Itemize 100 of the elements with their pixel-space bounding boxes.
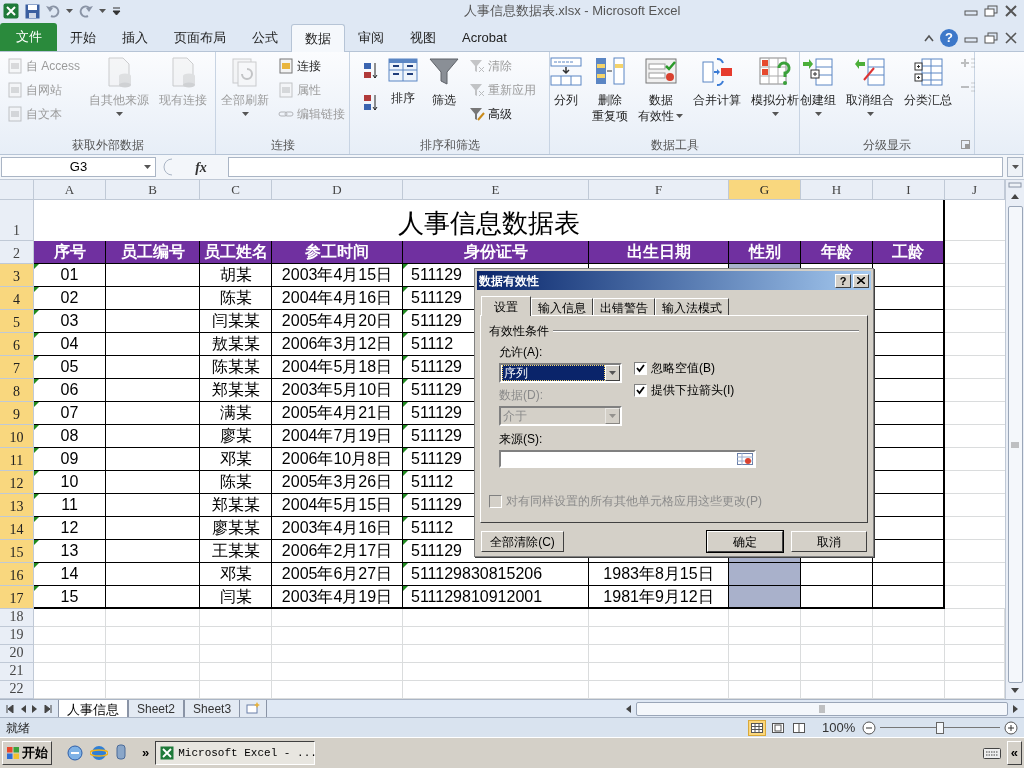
ribbon-tab[interactable]: 数据 bbox=[291, 24, 345, 52]
column-header[interactable]: A bbox=[34, 180, 106, 200]
column-heading: 身份证号 bbox=[403, 241, 589, 264]
row-header[interactable]: 12 bbox=[0, 471, 34, 494]
row-header[interactable]: 18 bbox=[0, 609, 34, 627]
row-header[interactable]: 9 bbox=[0, 402, 34, 425]
sheet-tab[interactable]: Sheet3 bbox=[184, 699, 241, 718]
cell-text: 511129830815206 bbox=[411, 564, 543, 584]
collapse-tray-button[interactable]: « bbox=[1006, 741, 1022, 765]
column-heading: 性别 bbox=[729, 241, 801, 264]
help-button[interactable]: ? bbox=[835, 273, 851, 288]
sheet-tab[interactable]: 人事信息 bbox=[58, 699, 128, 718]
ribbon-small-button[interactable]: 高级 bbox=[467, 104, 538, 124]
dialog-button[interactable]: 全部清除(C) bbox=[481, 531, 564, 552]
column-heading: 参工时间 bbox=[272, 241, 403, 264]
column-heading: 员工姓名 bbox=[200, 241, 272, 264]
ribbon-tab[interactable]: 公式 bbox=[239, 25, 291, 51]
row-header[interactable]: 15 bbox=[0, 540, 34, 563]
name-box[interactable]: G3 bbox=[1, 157, 156, 177]
field-label: 允许(A): bbox=[499, 344, 544, 361]
ribbon-large-button[interactable]: 数据 有效性 bbox=[635, 52, 686, 124]
row-header[interactable]: 13 bbox=[0, 494, 34, 517]
group-label: 排序和筛选 bbox=[419, 136, 480, 154]
ribbon-large-button[interactable]: 模拟分析 bbox=[748, 52, 802, 116]
ribbon-tab[interactable]: Acrobat bbox=[449, 25, 520, 51]
more-button[interactable]: » bbox=[142, 743, 150, 763]
ribbon-small-button[interactable]: 连接 bbox=[276, 56, 347, 76]
cell-text: 2003年4月16日 bbox=[281, 518, 393, 538]
column-header[interactable]: C bbox=[200, 180, 272, 200]
ribbon-tab[interactable]: 文件 bbox=[0, 23, 57, 51]
column-header[interactable]: J bbox=[945, 180, 1005, 200]
ribbon-tab[interactable]: 审阅 bbox=[345, 25, 397, 51]
cell-text: 511129 bbox=[411, 495, 462, 515]
ribbon-large-button[interactable]: 分类汇总 bbox=[901, 52, 955, 108]
row-header[interactable]: 16 bbox=[0, 563, 34, 586]
dialog-button[interactable]: 取消 bbox=[791, 531, 867, 552]
row-header[interactable]: 10 bbox=[0, 425, 34, 448]
column-header[interactable]: B bbox=[106, 180, 200, 200]
dialog-tab[interactable]: 输入信息 bbox=[531, 298, 593, 315]
taskbar-button[interactable]: Microsoft Excel - ... bbox=[155, 741, 316, 765]
ribbon-large-button[interactable]: 合并计算 bbox=[690, 52, 744, 108]
zoom-level[interactable]: 100% bbox=[822, 717, 862, 738]
dialog-tab[interactable]: 设置 bbox=[481, 296, 531, 316]
column-header[interactable]: H bbox=[801, 180, 873, 200]
cell-text: 闫某 bbox=[219, 586, 252, 607]
start-button[interactable]: 开始 bbox=[2, 741, 52, 765]
ribbon-tab[interactable]: 页面布局 bbox=[161, 25, 239, 51]
cell-text: 511129 bbox=[411, 380, 462, 400]
ribbon-tab[interactable]: 插入 bbox=[109, 25, 161, 51]
column-header[interactable]: G bbox=[729, 180, 801, 200]
cell-text: 02 bbox=[60, 288, 79, 308]
group-label: 获取外部数据 bbox=[71, 136, 144, 154]
row-header[interactable]: 8 bbox=[0, 379, 34, 402]
row-header[interactable]: 6 bbox=[0, 333, 34, 356]
column-header[interactable]: I bbox=[873, 180, 945, 200]
column-heading: 员工编号 bbox=[106, 241, 200, 264]
row-header[interactable]: 21 bbox=[0, 663, 34, 681]
row-header[interactable]: 11 bbox=[0, 448, 34, 471]
insert-function-button[interactable]: fx bbox=[178, 156, 224, 178]
row-header[interactable]: 20 bbox=[0, 645, 34, 663]
column-heading: 年龄 bbox=[801, 241, 873, 264]
cell-text: 511129 bbox=[411, 311, 462, 331]
dialog-tab[interactable]: 出错警告 bbox=[593, 298, 655, 315]
row-header[interactable]: 14 bbox=[0, 517, 34, 540]
selected-value: 序列 bbox=[502, 365, 605, 381]
cell-text: 廖某 bbox=[219, 426, 252, 446]
row-header[interactable]: 17 bbox=[0, 586, 34, 609]
ribbon-large-button[interactable]: 取消组合 bbox=[843, 52, 897, 116]
row-header[interactable]: 1 bbox=[0, 200, 34, 241]
column-header[interactable]: E bbox=[403, 180, 589, 200]
group-label: 数据工具 bbox=[650, 136, 699, 154]
row-header[interactable]: 19 bbox=[0, 627, 34, 645]
cell-text: 51112 bbox=[411, 472, 454, 492]
allow-select[interactable]: 序列 bbox=[499, 363, 622, 383]
row-header[interactable]: 4 bbox=[0, 287, 34, 310]
sheet-tab[interactable]: Sheet2 bbox=[128, 699, 185, 718]
ribbon-large-button[interactable]: 删除 重复项 bbox=[589, 52, 631, 124]
cell-text: 2005年4月20日 bbox=[281, 311, 393, 331]
field-label: 数据(D): bbox=[499, 387, 544, 404]
row-header[interactable]: 22 bbox=[0, 681, 34, 699]
cell-text: 05 bbox=[60, 357, 79, 377]
column-heading: 工龄 bbox=[873, 241, 945, 264]
row-header[interactable]: 7 bbox=[0, 356, 34, 379]
cell-text: 2004年5月15日 bbox=[281, 495, 393, 515]
column-header[interactable]: D bbox=[272, 180, 403, 200]
dialog-button[interactable]: 确定 bbox=[707, 531, 783, 552]
ribbon-tab[interactable]: 视图 bbox=[397, 25, 449, 51]
dialog-tab[interactable]: 输入法模式 bbox=[655, 298, 729, 315]
cell-text: 511129 bbox=[411, 541, 462, 561]
column-header[interactable]: F bbox=[589, 180, 729, 200]
row-header[interactable]: 3 bbox=[0, 264, 34, 287]
help-button[interactable]: ? bbox=[940, 29, 958, 47]
ribbon-tab[interactable]: 开始 bbox=[57, 25, 109, 51]
ribbon-large-button[interactable]: 排序 bbox=[385, 52, 421, 106]
row-header[interactable]: 5 bbox=[0, 310, 34, 333]
cell-text: 郑某某 bbox=[211, 380, 260, 400]
cell-text: 12 bbox=[60, 518, 79, 538]
row-header[interactable]: 2 bbox=[0, 241, 34, 264]
ribbon-large-button[interactable]: 分列 bbox=[547, 52, 585, 108]
ribbon-large-button[interactable]: 筛选 bbox=[425, 52, 463, 108]
